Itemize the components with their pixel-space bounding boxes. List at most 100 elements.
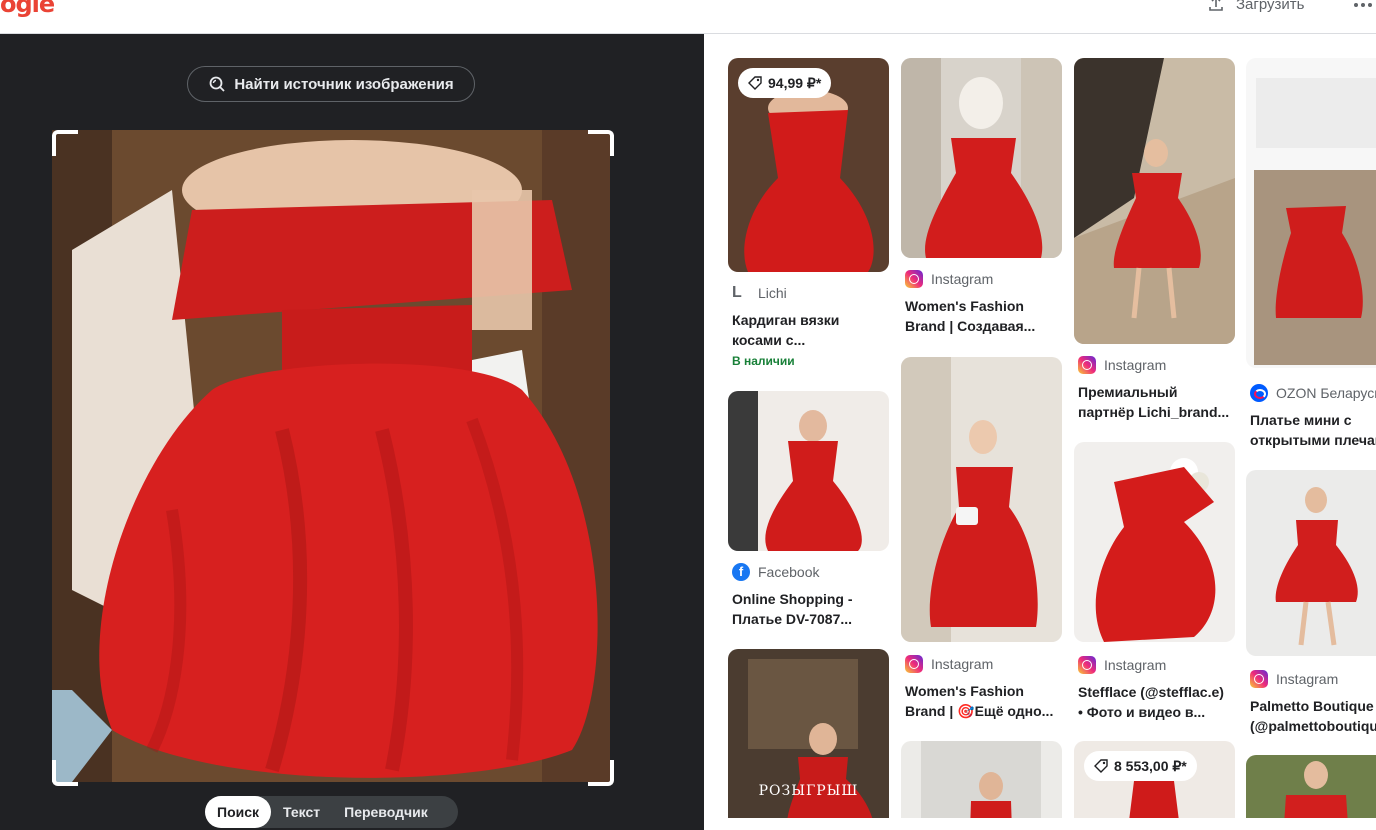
lens-mode-switcher: Поиск Текст Переводчик <box>205 796 458 828</box>
instagram-icon <box>905 655 923 673</box>
upload-button[interactable]: Загрузить <box>1206 0 1305 14</box>
result-thumbnail[interactable] <box>901 58 1062 258</box>
source-name: Facebook <box>758 564 820 580</box>
crop-handle-top-left[interactable] <box>52 130 78 156</box>
title-line: Платье мини с <box>1250 412 1352 428</box>
result-source[interactable]: Instagram <box>905 270 993 288</box>
result-card[interactable]: Instagram Palmetto Boutique (@palmettobo… <box>1246 470 1376 740</box>
result-card[interactable] <box>901 741 1062 818</box>
result-source[interactable]: Instagram <box>1250 670 1338 688</box>
title-line: Palmetto Boutique <box>1250 698 1374 714</box>
in-stock-label: В наличии <box>732 354 795 368</box>
result-title[interactable]: Women's Fashion Brand | Создавая... <box>905 296 1060 336</box>
crop-handle-bottom-left[interactable] <box>52 760 78 786</box>
result-card[interactable]: Instagram Women's Fashion Brand | 🎯Ещё о… <box>901 357 1062 727</box>
source-name: Instagram <box>1104 657 1167 673</box>
source-name: Instagram <box>931 656 994 672</box>
source-name: OZON Беларусь <box>1276 385 1376 401</box>
title-line: Кардиган вязки <box>732 312 840 328</box>
result-card[interactable] <box>1246 755 1376 818</box>
result-title[interactable]: Кардиган вязки косами с... <box>732 310 887 350</box>
result-thumbnail[interactable] <box>1074 442 1235 642</box>
price-tag-icon <box>748 76 762 90</box>
facebook-icon: f <box>732 563 750 581</box>
result-source[interactable]: f Facebook <box>732 563 819 581</box>
title-line: партнёр Lichi_brand... <box>1078 404 1230 420</box>
crop-handle-bottom-right[interactable] <box>588 760 614 786</box>
source-name: Instagram <box>931 271 994 287</box>
title-line: Brand | 🎯Ещё одно... <box>905 703 1054 719</box>
result-thumbnail[interactable]: 94,99 ₽* <box>728 58 889 272</box>
top-bar: ogle Загрузить <box>0 0 1376 34</box>
ozon-icon <box>1250 384 1268 402</box>
result-title[interactable]: Palmetto Boutique (@palmettoboutique) <box>1250 696 1376 736</box>
title-line: Платье DV-7087... <box>732 611 853 627</box>
result-card[interactable]: f Facebook Online Shopping - Платье DV-7… <box>728 391 889 641</box>
logo-letters: ogle <box>0 0 55 18</box>
result-source[interactable]: Instagram <box>905 655 993 673</box>
result-title[interactable]: Online Shopping - Платье DV-7087... <box>732 589 887 629</box>
result-card[interactable]: 8 553,00 ₽* <box>1074 741 1235 818</box>
result-source[interactable]: L Lichi <box>732 284 787 302</box>
result-thumbnail[interactable] <box>728 391 889 551</box>
lens-search-icon <box>209 76 225 92</box>
mode-tab-text[interactable]: Текст <box>271 796 332 828</box>
upload-label: Загрузить <box>1236 0 1305 13</box>
instagram-icon <box>1078 656 1096 674</box>
result-source[interactable]: Instagram <box>1078 356 1166 374</box>
title-line: Stefflace (@stefflac.e) <box>1078 684 1224 700</box>
mode-tab-translate[interactable]: Переводчик <box>332 796 440 828</box>
find-image-source-label: Найти источник изображения <box>234 75 454 93</box>
title-line: Women's Fashion <box>905 298 1024 314</box>
result-card[interactable]: Instagram Stefflace (@stefflac.e) • Фото… <box>1074 442 1235 727</box>
result-source[interactable]: Instagram <box>1078 656 1166 674</box>
overlay-text: РОЗЫГРЫШ <box>758 783 859 799</box>
price-badge: 94,99 ₽* <box>738 68 832 98</box>
query-image[interactable] <box>52 130 610 782</box>
google-logo[interactable]: ogle <box>0 0 55 18</box>
upload-icon <box>1209 0 1223 11</box>
result-card[interactable]: Instagram Women's Fashion Brand | Создав… <box>901 58 1062 348</box>
price-badge: 8 553,00 ₽* <box>1084 751 1197 781</box>
source-name: Instagram <box>1104 357 1167 373</box>
result-title[interactable]: Stefflace (@stefflac.e) • Фото и видео в… <box>1078 682 1233 722</box>
lens-panel: Найти источник изображения Поиск Текст П… <box>0 34 704 830</box>
result-title[interactable]: Women's Fashion Brand | 🎯Ещё одно... <box>905 681 1060 721</box>
price-text: 94,99 ₽* <box>768 74 822 91</box>
title-line: Online Shopping - <box>732 591 853 607</box>
price-text: 8 553,00 ₽* <box>1114 757 1187 774</box>
lichi-icon: L <box>732 284 742 301</box>
result-thumbnail[interactable] <box>901 741 1062 818</box>
result-thumbnail[interactable] <box>1074 58 1235 344</box>
result-thumbnail[interactable] <box>1246 755 1376 818</box>
title-line: открытыми плечами <box>1250 432 1376 448</box>
price-tag-icon <box>1094 759 1108 773</box>
result-card[interactable]: OZON Беларусь Платье мини с открытыми пл… <box>1246 58 1376 458</box>
source-name: Lichi <box>758 285 787 301</box>
mode-tab-search[interactable]: Поиск <box>205 796 272 828</box>
result-card[interactable]: РОЗЫГРЫШ <box>728 649 889 818</box>
title-line: косами с... <box>732 332 806 348</box>
title-line: Brand | Создавая... <box>905 318 1036 334</box>
title-line: Women's Fashion <box>905 683 1024 699</box>
apps-grid-icon[interactable] <box>1354 0 1376 12</box>
instagram-icon <box>1078 356 1096 374</box>
title-line: Премиальный <box>1078 384 1178 400</box>
result-thumbnail[interactable] <box>1246 470 1376 656</box>
result-title[interactable]: Премиальный партнёр Lichi_brand... <box>1078 382 1233 422</box>
title-line: • Фото и видео в... <box>1078 704 1206 720</box>
result-thumbnail[interactable]: РОЗЫГРЫШ <box>728 649 889 818</box>
result-title[interactable]: Платье мини с открытыми плечами <box>1250 410 1376 450</box>
instagram-icon <box>1250 670 1268 688</box>
result-thumbnail[interactable] <box>901 357 1062 642</box>
find-image-source-button[interactable]: Найти источник изображения <box>187 66 475 102</box>
result-card[interactable]: 94,99 ₽* L Lichi Кардиган вязки косами с… <box>728 58 889 378</box>
crop-handle-top-right[interactable] <box>588 130 614 156</box>
result-thumbnail[interactable] <box>1246 58 1376 368</box>
result-thumbnail[interactable]: 8 553,00 ₽* <box>1074 741 1235 818</box>
result-source[interactable]: OZON Беларусь <box>1250 384 1376 402</box>
result-card[interactable]: Instagram Премиальный партнёр Lichi_bran… <box>1074 58 1235 438</box>
visual-matches-grid: 94,99 ₽* L Lichi Кардиган вязки косами с… <box>704 34 1376 818</box>
source-name: Instagram <box>1276 671 1339 687</box>
instagram-icon <box>905 270 923 288</box>
